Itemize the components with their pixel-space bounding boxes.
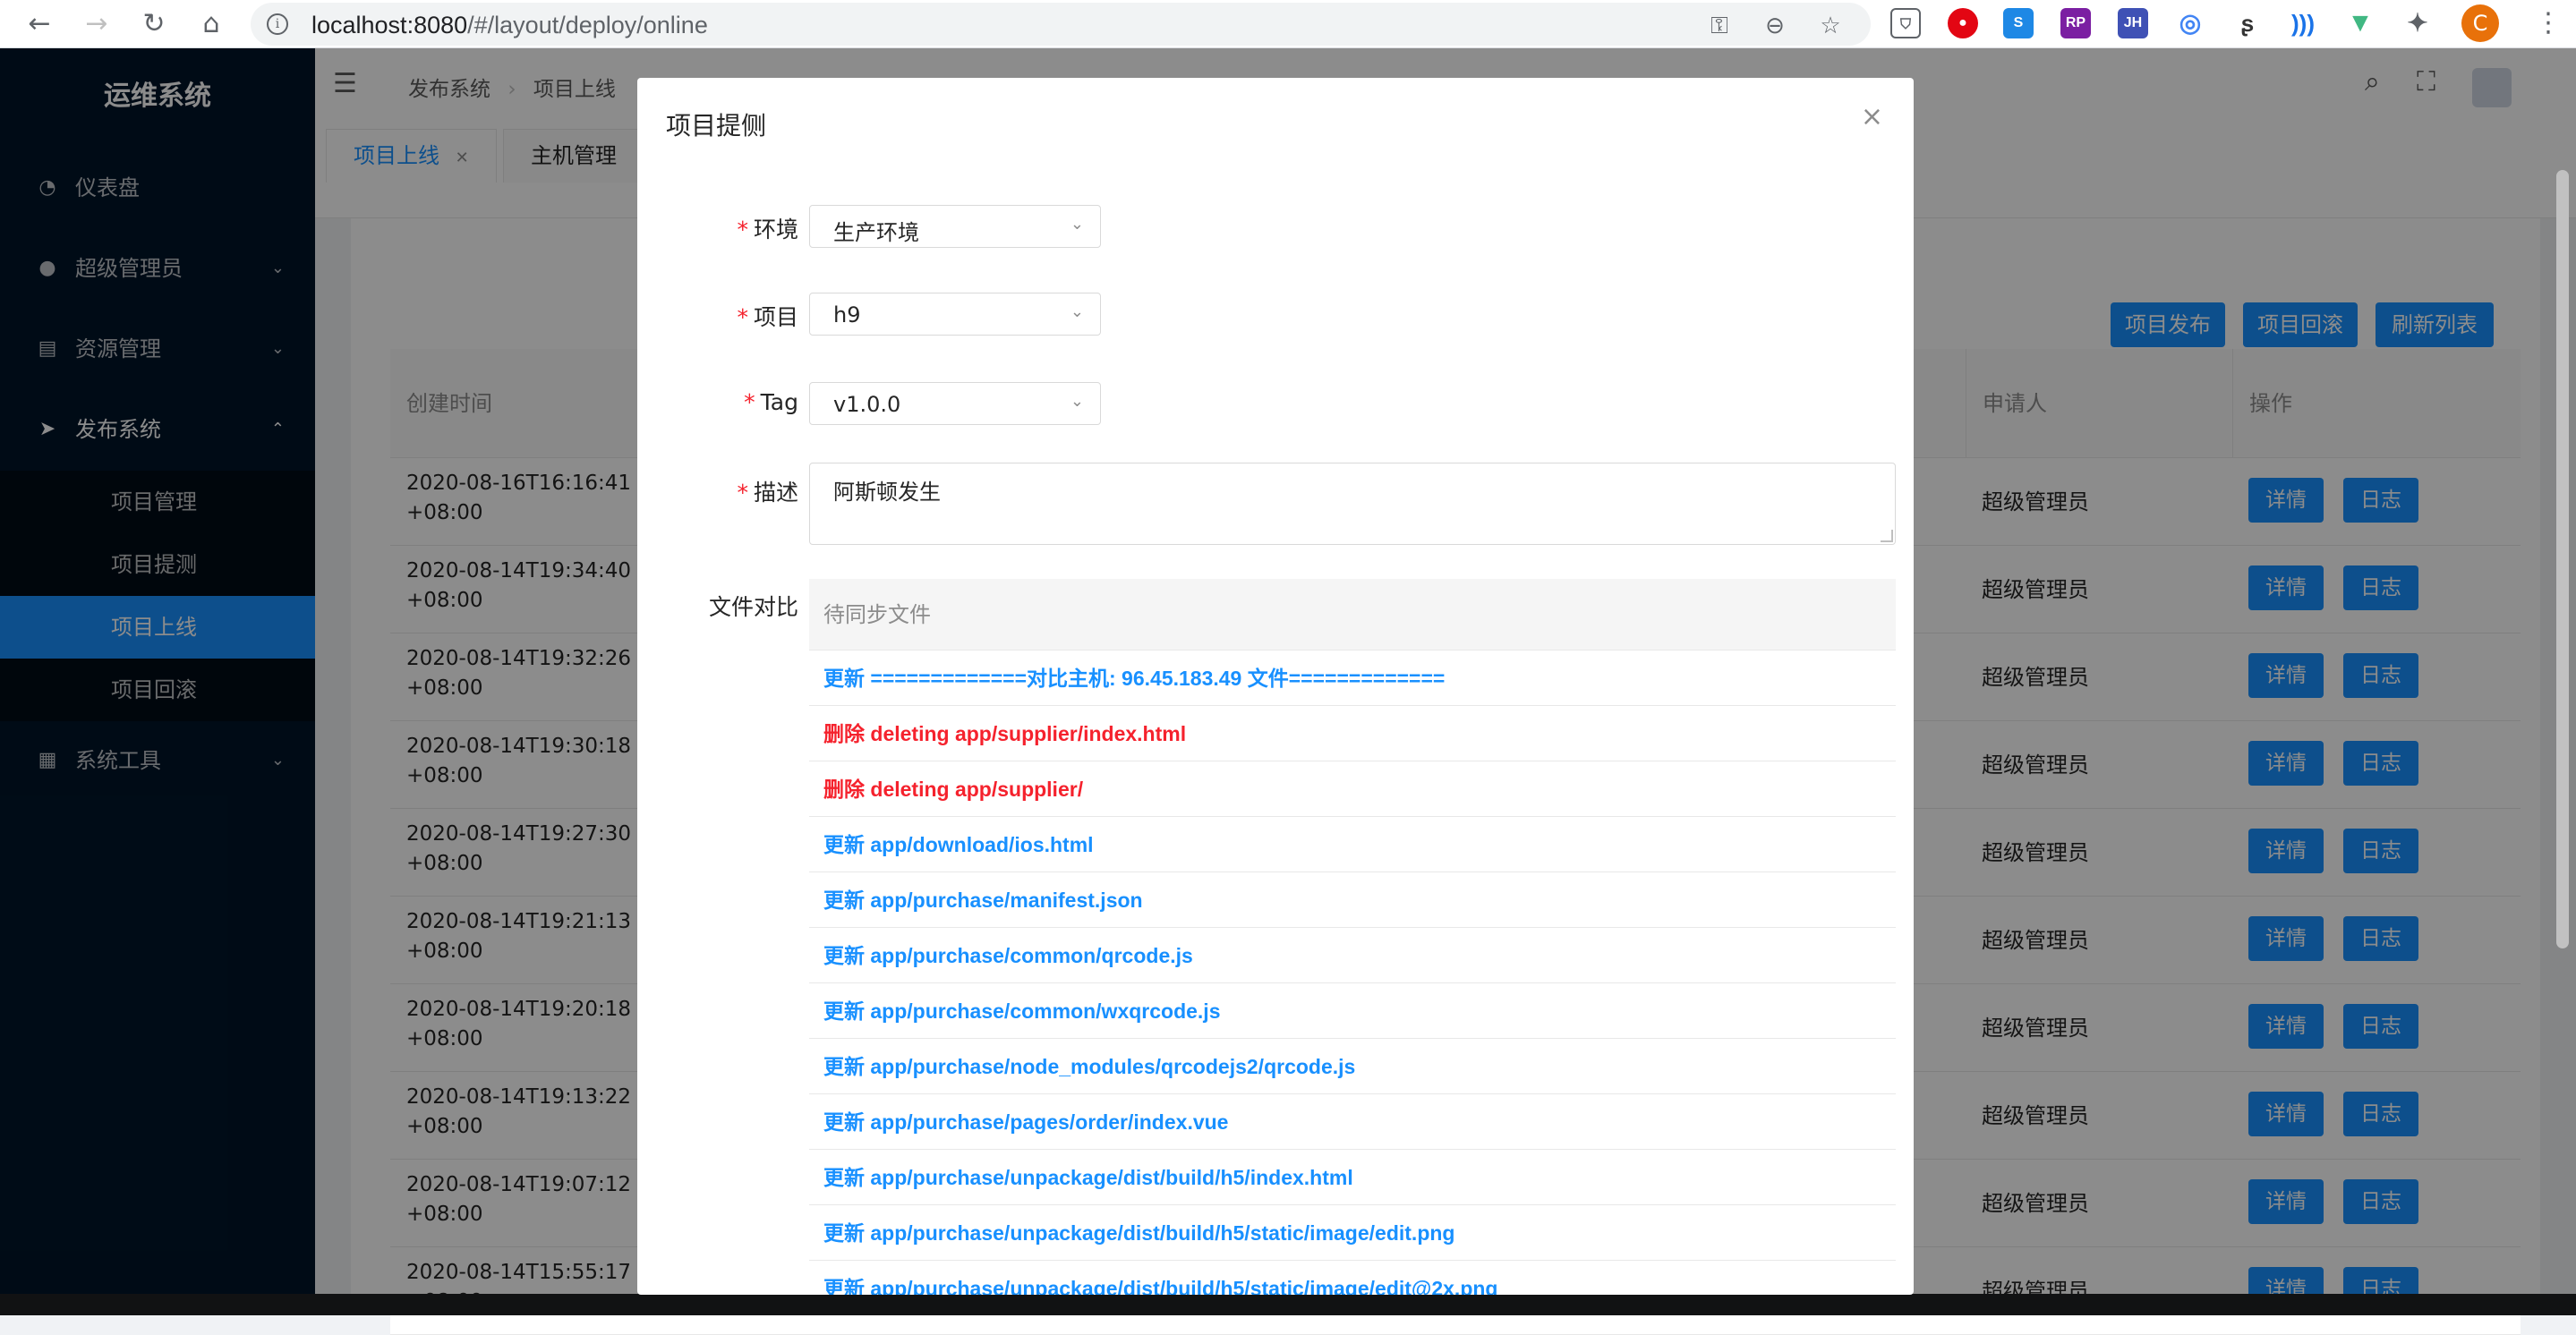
extensions-puzzle-icon[interactable]: ✦ [2402, 8, 2433, 38]
file-row: 更新 app/purchase/unpackage/dist/build/h5/… [809, 1205, 1896, 1261]
bookmark-star-icon[interactable]: ☆ [1815, 11, 1846, 41]
file-compare-list: 待同步文件 更新 =============对比主机: 96.45.183.49… [809, 579, 1896, 1295]
file-row: 更新 app/purchase/pages/order/index.vue [809, 1094, 1896, 1150]
url-path: /#/layout/deploy/online [467, 12, 708, 38]
close-icon[interactable]: × [1861, 101, 1883, 132]
profile-avatar[interactable]: C [2461, 4, 2499, 42]
shield-extension-icon[interactable]: ⛉ [1890, 8, 1921, 38]
file-row: 更新 app/purchase/node_modules/qrcodejs2/q… [809, 1039, 1896, 1094]
list-header: 待同步文件 [809, 579, 1896, 650]
back-icon[interactable]: ← [23, 8, 55, 40]
chevron-down-icon: ⌄ [1070, 215, 1084, 234]
deploy-modal: 项目提侧 × * 环境 生产环境 ⌄ * 项目 h9 ⌄ * Tag v1.0.0 ⌄… [637, 78, 1914, 1295]
file-row: 更新 app/download/ios.html [809, 817, 1896, 872]
desc-value: 阿斯顿发生 [833, 480, 941, 505]
url-text[interactable]: localhost:8080/#/layout/deploy/online [311, 12, 708, 39]
project-label: * 项目 [737, 304, 798, 330]
cast-extension-icon[interactable]: ))) [2288, 8, 2318, 38]
home-icon[interactable]: ⌂ [195, 8, 227, 40]
forward-icon[interactable]: → [81, 8, 113, 40]
project-label-text: 项目 [753, 304, 798, 330]
desc-label-text: 描述 [753, 480, 798, 506]
file-row: 删除 deleting app/supplier/index.html [809, 706, 1896, 761]
tag-select[interactable]: v1.0.0 ⌄ [809, 382, 1101, 425]
jh-extension-icon[interactable]: JH [2118, 8, 2148, 38]
env-value: 生产环境 [833, 220, 919, 245]
rp-extension-icon[interactable]: RP [2060, 8, 2091, 38]
zoom-icon[interactable]: ⊖ [1760, 11, 1790, 41]
tag-label: * Tag [744, 389, 798, 415]
key-icon[interactable]: ⚿ [1704, 11, 1735, 41]
translate-extension-icon[interactable]: S [2003, 8, 2034, 38]
file-row: 更新 =============对比主机: 96.45.183.49 文件===… [809, 650, 1896, 706]
site-info-icon[interactable]: i [267, 13, 288, 35]
env-label-text: 环境 [753, 217, 798, 242]
tag-value: v1.0.0 [833, 392, 901, 417]
project-select[interactable]: h9 ⌄ [809, 293, 1101, 336]
file-row: 更新 app/purchase/unpackage/dist/build/h5/… [809, 1150, 1896, 1205]
desc-textarea[interactable]: 阿斯顿发生 [809, 463, 1896, 545]
file-row: 更新 app/purchase/common/wxqrcode.js [809, 983, 1896, 1039]
resize-handle-icon[interactable] [1881, 530, 1893, 542]
tag-label-text: Tag [760, 389, 798, 415]
file-row: 更新 app/purchase/common/qrcode.js [809, 928, 1896, 983]
project-value: h9 [833, 302, 861, 327]
adblock-extension-icon[interactable]: ● [1948, 8, 1978, 38]
vue-devtools-icon[interactable]: ▼ [2345, 8, 2376, 38]
chevron-down-icon: ⌄ [1070, 392, 1084, 411]
compare-label: 文件对比 [708, 594, 798, 620]
page-scrollbar[interactable] [2556, 170, 2569, 948]
file-row: 更新 app/purchase/unpackage/dist/build/h5/… [809, 1261, 1896, 1295]
browser-menu-icon[interactable]: ⋮ [2535, 8, 2562, 38]
url-host: localhost:8080 [311, 12, 468, 38]
chevron-down-icon: ⌄ [1070, 302, 1084, 321]
reload-icon[interactable]: ↻ [138, 8, 170, 40]
env-select[interactable]: 生产环境 ⌄ [809, 205, 1101, 248]
address-bar[interactable]: i localhost:8080/#/layout/deploy/online … [251, 3, 1871, 46]
modal-title: 项目提侧 [666, 111, 767, 140]
env-label: * 环境 [737, 217, 798, 242]
feedly-extension-icon[interactable]: ʂ [2232, 8, 2263, 38]
desc-label: * 描述 [737, 480, 798, 506]
file-row: 更新 app/purchase/manifest.json [809, 872, 1896, 928]
browser-toolbar: ← → ↻ ⌂ i localhost:8080/#/layout/deploy… [0, 0, 2576, 48]
file-row: 删除 deleting app/supplier/ [809, 761, 1896, 817]
chrome-extension-icon[interactable]: ◎ [2175, 8, 2205, 38]
